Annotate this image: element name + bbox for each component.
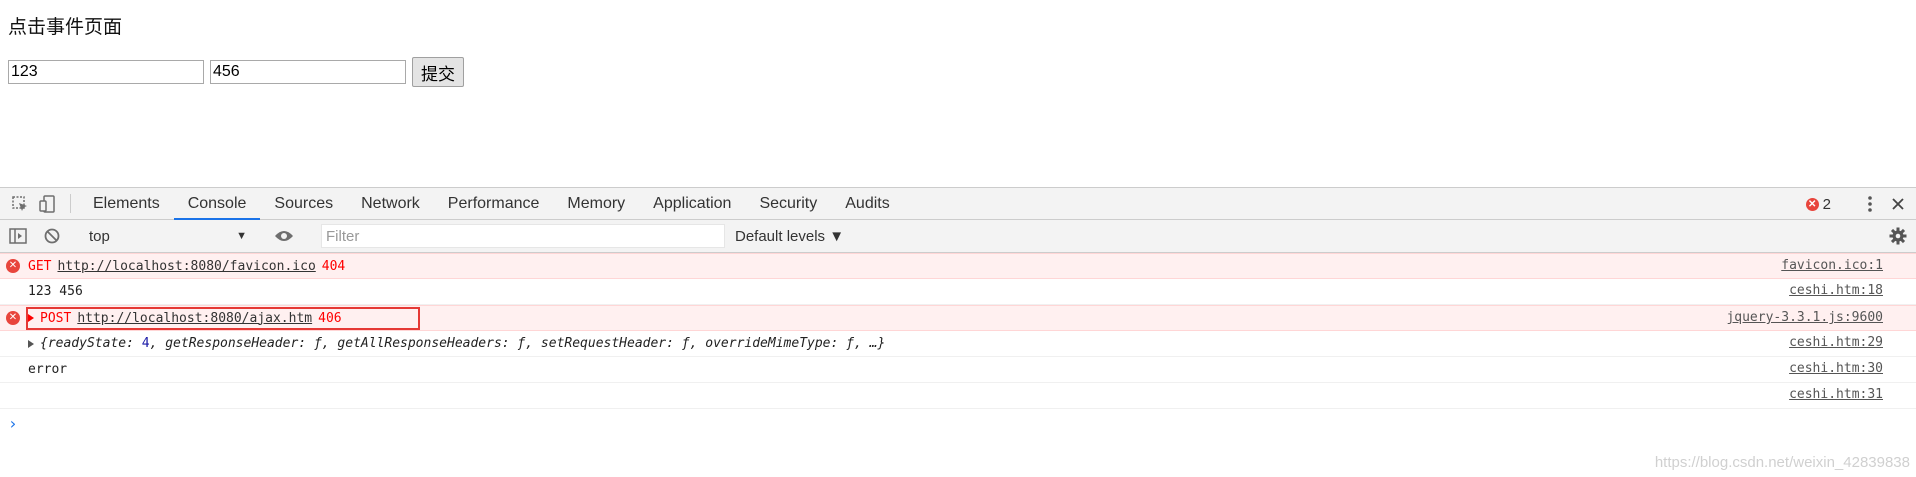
status-code: 404: [321, 258, 346, 274]
log-text: 123 456: [28, 284, 83, 299]
console-prompt[interactable]: ›: [0, 409, 1916, 437]
tab-elements[interactable]: Elements: [79, 188, 174, 219]
live-expression-eye-icon[interactable]: [270, 229, 298, 243]
request-method: POST: [40, 310, 72, 326]
error-icon: ✕: [6, 259, 20, 273]
more-vertical-icon[interactable]: [1856, 195, 1884, 213]
filter-input[interactable]: [321, 224, 725, 248]
tab-application[interactable]: Application: [639, 188, 745, 219]
object-number: 4: [141, 336, 150, 351]
devtools-panel: Elements Console Sources Network Perform…: [0, 187, 1916, 477]
source-link[interactable]: ceshi.htm:29: [1789, 331, 1883, 355]
inspect-element-icon[interactable]: [6, 188, 34, 219]
watermark: https://blog.csdn.net/weixin_42839838: [1654, 454, 1910, 471]
log-text: error: [28, 362, 68, 377]
source-link[interactable]: ceshi.htm:31: [1789, 383, 1883, 407]
clear-console-icon[interactable]: [38, 228, 66, 244]
page-title: 点击事件页面: [8, 16, 123, 38]
gear-icon[interactable]: [1884, 227, 1912, 245]
chevron-down-icon: ▼: [236, 230, 247, 242]
first-input[interactable]: [8, 60, 204, 84]
tab-sources[interactable]: Sources: [260, 188, 347, 219]
tab-audits[interactable]: Audits: [831, 188, 903, 219]
tab-network[interactable]: Network: [347, 188, 434, 219]
expand-triangle-icon[interactable]: [28, 339, 34, 348]
log-levels-dropdown[interactable]: Default levels ▼: [735, 228, 844, 245]
error-icon: ✕: [1805, 197, 1819, 211]
device-toolbar-icon[interactable]: [34, 188, 62, 219]
request-method: GET: [28, 258, 52, 274]
error-icon: ✕: [6, 311, 20, 325]
request-url-link[interactable]: http://localhost:8080/ajax.htm: [77, 311, 312, 326]
tabbar-divider: [70, 194, 71, 213]
browser-page: 点击事件页面 提交 Elements Console Sou: [0, 0, 1916, 477]
tab-memory[interactable]: Memory: [553, 188, 639, 219]
click-form: 提交: [8, 57, 464, 87]
console-message-log: 123 456 ceshi.htm:18: [0, 279, 1916, 305]
console-message-object[interactable]: {readyState: 4, getResponseHeader: ƒ, ge…: [0, 331, 1916, 357]
expand-triangle-icon[interactable]: [28, 314, 34, 322]
object-rest: , getResponseHeader: ƒ, getAllResponseHe…: [149, 336, 886, 351]
tabbar-right-controls: ✕ 2: [1798, 188, 1916, 220]
second-input[interactable]: [210, 60, 406, 84]
tab-performance[interactable]: Performance: [434, 188, 554, 219]
submit-button[interactable]: 提交: [412, 57, 464, 87]
context-value: top: [89, 227, 110, 245]
close-icon[interactable]: [1884, 197, 1912, 211]
console-message-error[interactable]: ✕ POST http://localhost:8080/ajax.htm 40…: [0, 305, 1916, 331]
console-messages: ✕ GET http://localhost:8080/favicon.ico …: [0, 253, 1916, 437]
request-url-link[interactable]: http://localhost:8080/favicon.ico: [57, 259, 315, 274]
console-toolbar: top ▼ Default levels ▼: [0, 220, 1916, 253]
error-counter[interactable]: ✕ 2: [1798, 196, 1839, 213]
toolbar-right: [1867, 220, 1916, 252]
object-preview: {readyState: 4, getResponseHeader: ƒ, ge…: [40, 336, 885, 351]
tab-security[interactable]: Security: [745, 188, 831, 219]
console-message-log: ceshi.htm:31: [0, 383, 1916, 409]
source-link[interactable]: jquery-3.3.1.js:9600: [1726, 306, 1883, 330]
context-selector[interactable]: top ▼: [83, 224, 253, 248]
source-link[interactable]: ceshi.htm:18: [1789, 279, 1883, 303]
tab-console[interactable]: Console: [173, 188, 261, 220]
console-message-error[interactable]: ✕ GET http://localhost:8080/favicon.ico …: [0, 253, 1916, 279]
source-link[interactable]: favicon.ico:1: [1781, 254, 1883, 278]
devtools-tabbar: Elements Console Sources Network Perform…: [0, 187, 1916, 220]
prompt-chevron-icon: ›: [8, 413, 18, 433]
console-message-log: error ceshi.htm:30: [0, 357, 1916, 383]
error-count-value: 2: [1822, 195, 1831, 213]
console-sidebar-icon[interactable]: [4, 228, 32, 244]
status-code: 406: [318, 310, 342, 326]
object-prefix: {readyState:: [40, 336, 142, 351]
source-link[interactable]: ceshi.htm:30: [1789, 357, 1883, 381]
